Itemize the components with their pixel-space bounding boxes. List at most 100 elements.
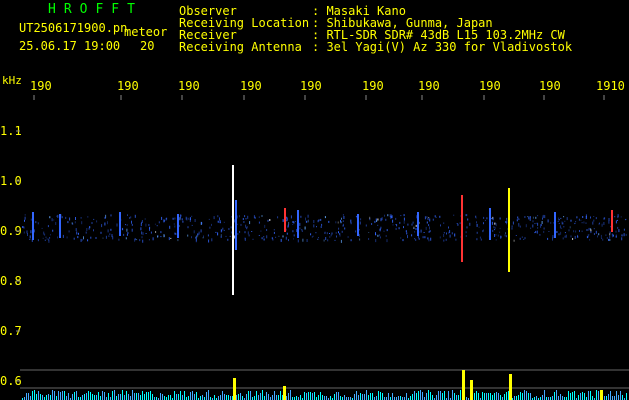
noise-dot xyxy=(505,232,506,235)
noise-dot xyxy=(476,223,478,227)
noise-dot xyxy=(277,216,279,219)
noise-dot xyxy=(301,230,303,232)
noise-dot xyxy=(131,228,133,232)
noise-dot xyxy=(317,220,319,223)
noise-dot xyxy=(483,216,485,219)
noise-dot xyxy=(565,234,567,238)
noise-dot xyxy=(617,219,618,221)
noise-dot xyxy=(599,222,600,224)
amplitude-bar xyxy=(474,393,475,400)
noise-dot xyxy=(609,233,611,236)
noise-dot xyxy=(107,221,108,225)
amplitude-bar xyxy=(246,394,247,400)
noise-dot xyxy=(104,216,106,219)
noise-dot xyxy=(564,235,566,238)
noise-dot xyxy=(384,214,385,217)
amplitude-bar xyxy=(482,392,483,400)
noise-dot xyxy=(593,228,595,230)
noise-dot xyxy=(541,221,543,224)
noise-dot xyxy=(169,225,171,229)
amplitude-bar xyxy=(442,393,443,400)
amplitude-bar xyxy=(428,390,429,400)
amplitude-bar xyxy=(336,392,337,400)
noise-dot xyxy=(359,221,361,225)
noise-dot xyxy=(476,221,477,224)
noise-dot xyxy=(412,221,414,224)
noise-dot xyxy=(484,219,486,221)
noise-dot xyxy=(141,221,142,224)
amplitude-bar xyxy=(304,392,305,400)
noise-dot xyxy=(582,216,584,218)
amplitude-bar xyxy=(418,391,419,400)
noise-dot xyxy=(141,231,143,235)
noise-dot xyxy=(179,216,181,219)
noise-dot xyxy=(506,217,508,220)
noise-dot xyxy=(174,225,176,228)
noise-dot xyxy=(459,222,461,224)
noise-dot xyxy=(469,222,471,226)
amplitude-bar xyxy=(152,394,153,400)
noise-dot xyxy=(428,224,430,227)
noise-dot xyxy=(491,218,493,220)
amplitude-bar xyxy=(556,390,557,400)
noise-dot xyxy=(547,219,549,223)
amplitude-bar xyxy=(288,393,289,400)
amplitude-bar xyxy=(492,395,493,400)
amplitude-bar xyxy=(436,395,437,400)
noise-dot xyxy=(341,217,342,220)
noise-dot xyxy=(330,234,332,237)
amplitude-bar xyxy=(504,394,505,400)
amplitude-bar xyxy=(68,393,69,400)
noise-dot xyxy=(476,231,478,234)
noise-dot xyxy=(403,214,405,217)
noise-dot xyxy=(321,223,323,226)
noise-dot xyxy=(597,235,598,238)
noise-dot xyxy=(371,223,373,225)
noise-dot xyxy=(518,218,520,220)
noise-dot xyxy=(163,219,165,222)
noise-dot xyxy=(515,235,517,236)
noise-dot xyxy=(424,216,426,220)
amplitude-bar xyxy=(138,393,139,400)
noise-dot xyxy=(336,235,337,238)
amplitude-bar xyxy=(308,392,309,400)
noise-dot xyxy=(400,237,402,239)
noise-dot xyxy=(479,236,481,239)
noise-dot xyxy=(181,218,183,221)
noise-dot xyxy=(68,230,70,233)
amplitude-bar xyxy=(362,394,363,400)
noise-dot xyxy=(208,218,210,220)
noise-dot xyxy=(182,220,184,223)
amplitude-bar xyxy=(194,394,195,400)
noise-dot xyxy=(593,216,595,217)
noise-dot xyxy=(313,220,315,223)
noise-dot xyxy=(359,238,361,241)
noise-dot xyxy=(338,231,339,234)
noise-dot xyxy=(325,237,327,240)
noise-dot xyxy=(203,235,204,238)
amplitude-bar xyxy=(476,391,477,400)
hrofft-window: HROFFT UT2506171900.pn meteor 25.06.17 1… xyxy=(0,0,629,400)
noise-dot xyxy=(512,221,514,225)
noise-dot xyxy=(215,231,217,233)
noise-dot xyxy=(118,238,120,241)
noise-dot xyxy=(191,224,193,226)
noise-dot xyxy=(264,224,266,228)
noise-dot xyxy=(248,234,250,237)
amplitude-bar xyxy=(164,396,165,400)
noise-dot xyxy=(564,232,566,234)
noise-dot xyxy=(359,229,360,231)
noise-dot xyxy=(399,221,401,224)
noise-dot xyxy=(573,230,575,233)
noise-dot xyxy=(339,232,341,235)
amplitude-bar xyxy=(310,392,311,400)
noise-dot xyxy=(395,227,397,230)
noise-dot xyxy=(324,216,326,219)
noise-dot xyxy=(532,224,534,228)
noise-dot xyxy=(95,237,97,239)
noise-dot xyxy=(486,217,488,220)
noise-dot xyxy=(576,216,578,219)
noise-dot xyxy=(217,220,219,223)
noise-dot xyxy=(56,215,58,217)
amplitude-bar xyxy=(484,393,485,400)
